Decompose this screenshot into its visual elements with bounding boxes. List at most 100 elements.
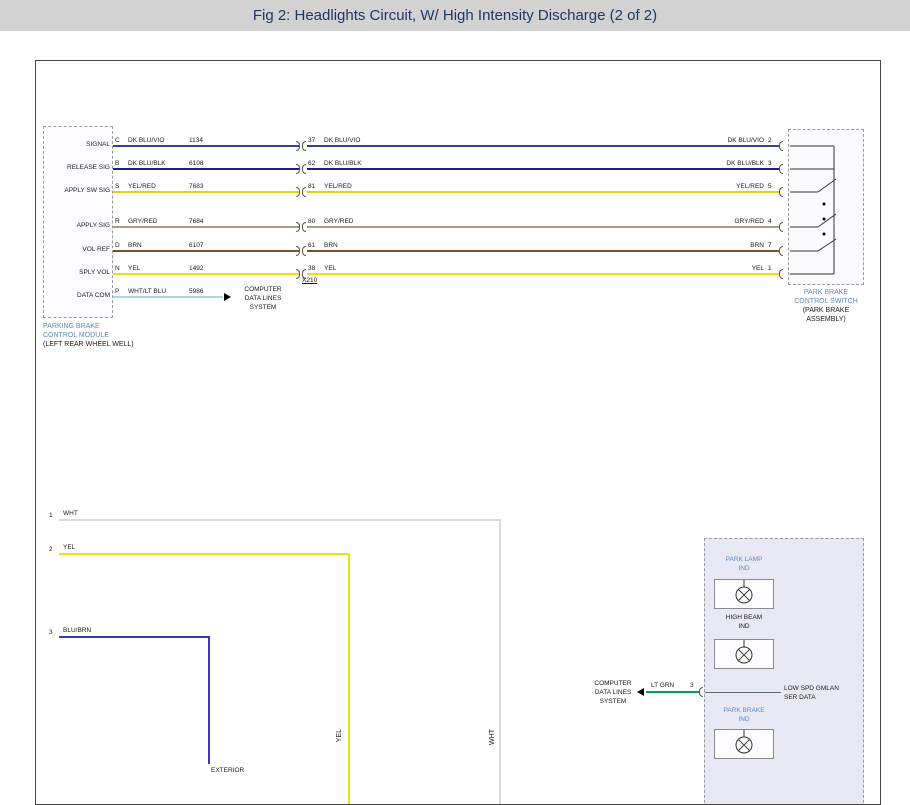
- module-pin-label: SPLY VOL: [46, 269, 110, 277]
- module-pin-label: VOL REF: [46, 246, 110, 254]
- wire-color-label: YEL/RED: [324, 183, 352, 191]
- wire: [307, 273, 779, 275]
- wire-color-label: BLU/BRN: [63, 627, 91, 635]
- offpage-arrow-icon: [637, 688, 644, 696]
- wire-number: 3: [49, 629, 53, 637]
- high-beam-indicator-box: [714, 639, 774, 669]
- inline-connector-icon: [296, 246, 300, 256]
- indicator-lamp-icon: [715, 730, 773, 758]
- switch-name-line1: PARK BRAKE: [788, 289, 864, 297]
- indicator-lamp-icon: [715, 580, 773, 608]
- module-name-line2: CONTROL MODULE: [43, 332, 109, 340]
- connector-icon: [699, 687, 703, 697]
- wire-color-label: YEL: [128, 265, 140, 273]
- inline-connector-icon: [296, 141, 300, 151]
- figure-title: Fig 2: Headlights Circuit, W/ High Inten…: [0, 0, 910, 31]
- wire: [113, 226, 299, 228]
- serial-data-label1: LOW SPD GMLAN: [784, 685, 839, 693]
- pin-letter: B: [115, 160, 119, 168]
- wire: [113, 273, 299, 275]
- inline-connector-icon: [302, 141, 306, 151]
- inline-connector-icon: [302, 187, 306, 197]
- wire-color-label: WHT: [63, 510, 78, 518]
- switch-internal-diagram: [788, 129, 864, 285]
- switch-location-line1: (PARK BRAKE: [788, 307, 864, 315]
- switch-pin-number: 4: [768, 218, 772, 226]
- wire-number: 1: [49, 512, 53, 520]
- wire: [307, 168, 779, 170]
- high-beam-ind-label2: IND: [704, 623, 784, 631]
- wire: [646, 691, 699, 693]
- wire-color-label: DK BLU/VIO: [636, 137, 764, 145]
- connector-pin-number: 62: [308, 160, 315, 168]
- wire-color-label: GRY/RED: [128, 218, 158, 226]
- switch-pin-number: 2: [768, 137, 772, 145]
- wire: [113, 296, 223, 298]
- park-brake-indicator-box: [714, 729, 774, 759]
- wire: [59, 636, 210, 638]
- wire-color-label: BRN: [324, 242, 338, 250]
- wire-color-label: LT GRN: [651, 682, 674, 690]
- wire: [208, 636, 210, 764]
- wire-color-label: YEL: [636, 265, 764, 273]
- wire-color-label: WHT/LT BLU: [128, 288, 166, 296]
- circuit-number: 6107: [189, 242, 203, 250]
- switch-pin-number: 7: [768, 242, 772, 250]
- module-name-line1: PARKING BRAKE: [43, 323, 100, 331]
- park-brake-ind-label2: IND: [704, 716, 784, 724]
- wire: [307, 226, 779, 228]
- module-pin-label: RELEASE SIG: [46, 164, 110, 172]
- figure-title-bar: Fig 2: Headlights Circuit, W/ High Inten…: [0, 0, 910, 31]
- module-pin-label: APPLY SW SIG: [46, 187, 110, 195]
- cluster-data-ref-line3: SYSTEM: [583, 698, 643, 706]
- park-lamp-ind-label2: IND: [704, 565, 784, 573]
- cluster-data-ref-line1: COMPUTER: [583, 680, 643, 688]
- wire-color-label: GRY/RED: [636, 218, 764, 226]
- switch-pin-number: 3: [768, 160, 772, 168]
- offpage-arrow-icon: [224, 293, 231, 301]
- wire: [307, 250, 779, 252]
- inline-connector-icon: [296, 269, 300, 279]
- connector-icon: [779, 141, 783, 151]
- inline-connector-icon: [296, 164, 300, 174]
- wire: [113, 191, 299, 193]
- data-lines-ref-line1: COMPUTER: [232, 286, 294, 294]
- connector-pin-number: 81: [308, 183, 315, 191]
- pin-letter: D: [115, 242, 120, 250]
- data-lines-ref-line3: SYSTEM: [232, 304, 294, 312]
- wire: [348, 553, 350, 805]
- switch-pin-number: 1: [768, 265, 772, 273]
- switch-location-line2: ASSEMBLY): [788, 316, 864, 324]
- wire-color-label: BRN: [636, 242, 764, 250]
- connector-icon: [779, 246, 783, 256]
- park-lamp-indicator-box: [714, 579, 774, 609]
- wire-color-label: YEL/RED: [128, 183, 156, 191]
- serial-data-label2: SER DATA: [784, 694, 816, 702]
- wire-color-label: DK BLU/VIO: [324, 137, 360, 145]
- wiring-diagram-canvas: SIGNAL RELEASE SIG APPLY SW SIG APPLY SI…: [35, 60, 881, 805]
- vertical-wire-label-wht: WHT: [489, 729, 496, 745]
- module-pin-label: APPLY SIG: [46, 222, 110, 230]
- cluster-data-ref-line2: DATA LINES: [583, 689, 643, 697]
- circuit-number: 7684: [189, 218, 203, 226]
- connector-icon: [779, 269, 783, 279]
- wire-color-label: YEL: [63, 544, 75, 552]
- connector-pin-number: 61: [308, 242, 315, 250]
- pin-letter: C: [115, 137, 120, 145]
- circuit-number: 7683: [189, 183, 203, 191]
- connector-pin-number: 37: [308, 137, 315, 145]
- pin-letter: N: [115, 265, 120, 273]
- connector-id: X210: [302, 277, 317, 285]
- indicator-lamp-icon: [715, 640, 773, 668]
- wire: [113, 168, 299, 170]
- wire-color-label: DK BLU/BLK: [636, 160, 764, 168]
- wire-color-label: DK BLU/BLK: [324, 160, 362, 168]
- park-brake-ind-label1: PARK BRAKE: [704, 707, 784, 715]
- wire: [59, 553, 350, 555]
- connector-pin-number: 38: [308, 265, 315, 273]
- pin-letter: R: [115, 218, 120, 226]
- circuit-number: 1134: [189, 137, 203, 145]
- inline-connector-icon: [302, 222, 306, 232]
- pin-letter: S: [115, 183, 119, 191]
- exterior-lights-ref: EXTERIOR: [211, 767, 244, 775]
